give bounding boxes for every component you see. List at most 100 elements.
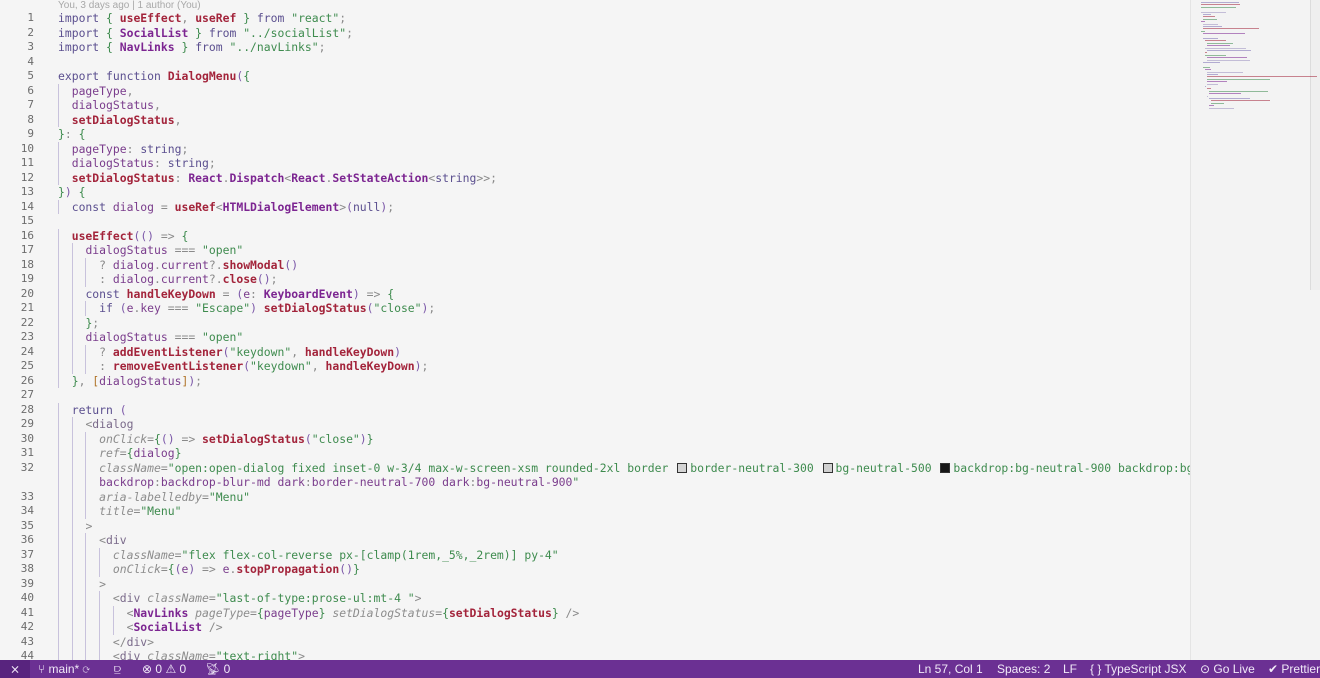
code-line[interactable]: 21 if (e.key === "Escape") setDialogStat… — [0, 301, 1190, 316]
code-line[interactable]: 14 const dialog = useRef<HTMLDialogEleme… — [0, 199, 1190, 215]
code-line[interactable]: 13}) { — [0, 185, 1190, 200]
line-number[interactable]: 14 — [0, 200, 34, 215]
line-number[interactable]: 13 — [0, 185, 34, 200]
line-number[interactable]: 18 — [0, 258, 34, 273]
code-line[interactable]: 6 pageType, — [0, 83, 1190, 99]
code-line[interactable]: 8 setDialogStatus, — [0, 112, 1190, 128]
code-line[interactable]: 26 }, [dialogStatus]); — [0, 373, 1190, 389]
line-number[interactable]: 26 — [0, 374, 34, 389]
line-number[interactable]: 44 — [0, 649, 34, 660]
indentation-selector[interactable]: Spaces: 2 — [997, 660, 1050, 678]
code-line[interactable]: 4 — [0, 55, 1190, 70]
problems-indicator[interactable]: ⊗ 0 ⚠ 0 — [142, 660, 186, 678]
code-line[interactable]: 39 > — [0, 576, 1190, 592]
end-of-line-selector[interactable]: LF — [1063, 660, 1077, 678]
code-line[interactable]: 3 import { NavLinks } from "../navLinks"; — [0, 40, 1190, 55]
line-number[interactable]: 36 — [0, 533, 34, 548]
line-number[interactable]: 38 — [0, 562, 34, 577]
line-number[interactable]: 31 — [0, 446, 34, 461]
line-number[interactable]: 39 — [0, 577, 34, 592]
line-number[interactable]: 24 — [0, 345, 34, 360]
code-editor[interactable]: You, 3 days ago | 1 author (You) 1 import… — [0, 0, 1190, 660]
line-number[interactable]: 1 — [0, 11, 34, 26]
code-line[interactable]: 31 ref={dialog} — [0, 446, 1190, 461]
code-line[interactable]: 25 : removeEventListener("keydown", hand… — [0, 359, 1190, 374]
line-number[interactable]: 23 — [0, 330, 34, 345]
line-number[interactable]: 33 — [0, 490, 34, 505]
line-number[interactable]: 11 — [0, 156, 34, 171]
code-line[interactable]: 37 className="flex flex-col-reverse px-[… — [0, 547, 1190, 562]
code-line[interactable]: 10 pageType: string; — [0, 141, 1190, 157]
line-number[interactable]: 30 — [0, 432, 34, 447]
code-line[interactable]: 9}: { — [0, 127, 1190, 142]
code-line[interactable]: 23 dialogStatus === "open" — [0, 330, 1190, 345]
line-number[interactable]: 25 — [0, 359, 34, 374]
code-line[interactable]: 27 — [0, 388, 1190, 403]
line-number[interactable]: 10 — [0, 142, 34, 157]
line-number[interactable]: 29 — [0, 417, 34, 432]
line-number[interactable]: 7 — [0, 98, 34, 113]
code-line[interactable]: 35 > — [0, 518, 1190, 533]
line-number[interactable]: 16 — [0, 229, 34, 244]
code-line[interactable]: 15 — [0, 214, 1190, 229]
sync-icon[interactable]: ⟳ — [83, 662, 90, 676]
prettier-button[interactable]: ✔ Prettier — [1268, 660, 1320, 678]
color-swatch[interactable] — [940, 462, 951, 473]
compare-changes-button[interactable]: ⫒ — [114, 660, 121, 678]
line-number[interactable]: 6 — [0, 84, 34, 99]
code-line[interactable]: 22 }; — [0, 315, 1190, 331]
code-line[interactable]: 43 </div> — [0, 634, 1190, 650]
line-number[interactable]: 32 — [0, 461, 34, 476]
code-line[interactable]: 24 ? addEventListener("keydown", handleK… — [0, 344, 1190, 360]
code-lines[interactable]: 1 import { useEffect, useRef } from "reac… — [0, 11, 1190, 660]
line-number[interactable]: 5 — [0, 69, 34, 84]
code-line[interactable]: 7 dialogStatus, — [0, 98, 1190, 113]
line-number[interactable]: 34 — [0, 504, 34, 519]
code-line[interactable]: 32 className="open:open-dialog fixed ins… — [0, 460, 1190, 476]
branch-indicator[interactable]: ⑂ main* ⟳ — [38, 660, 90, 678]
color-swatch[interactable] — [822, 462, 833, 473]
line-number[interactable]: 12 — [0, 171, 34, 186]
go-live-button[interactable]: ⊙ Go Live — [1200, 660, 1255, 678]
code-line[interactable]: backdrop:backdrop-blur-md dark:border-ne… — [0, 475, 1190, 490]
code-line[interactable]: 38 onClick={(e) => e.stopPropagation()} — [0, 562, 1190, 577]
line-number[interactable]: 40 — [0, 591, 34, 606]
code-line[interactable]: 5 export function DialogMenu({ — [0, 69, 1190, 84]
line-number[interactable]: 17 — [0, 243, 34, 258]
code-line[interactable]: 17 dialogStatus === "open" — [0, 243, 1190, 258]
line-number[interactable]: 41 — [0, 606, 34, 621]
line-number[interactable]: 21 — [0, 301, 34, 316]
line-number[interactable]: 2 — [0, 26, 34, 41]
line-number[interactable]: 9 — [0, 127, 34, 142]
code-line[interactable]: 2 import { SocialList } from "../socialLi… — [0, 26, 1190, 41]
ports-indicator[interactable]: 📡︎ 0 — [205, 660, 230, 678]
minimap[interactable] — [1190, 0, 1320, 660]
color-swatch[interactable] — [677, 462, 688, 473]
line-number[interactable]: 4 — [0, 55, 34, 70]
language-mode-selector[interactable]: { } TypeScript JSX — [1090, 660, 1187, 678]
code-line[interactable]: 42 <SocialList /> — [0, 620, 1190, 635]
line-number[interactable]: 20 — [0, 287, 34, 302]
line-number[interactable]: 22 — [0, 316, 34, 331]
line-number[interactable]: 28 — [0, 403, 34, 418]
line-number[interactable]: 8 — [0, 113, 34, 128]
code-line[interactable]: 30 onClick={() => setDialogStatus("close… — [0, 431, 1190, 447]
code-line[interactable]: 11 dialogStatus: string; — [0, 156, 1190, 171]
remote-indicator[interactable]: ⨯ — [0, 660, 30, 678]
code-line[interactable]: 40 <div className="last-of-type:prose-ul… — [0, 591, 1190, 606]
line-number[interactable]: 19 — [0, 272, 34, 287]
code-line[interactable]: 44 <div className="text-right"> — [0, 649, 1190, 660]
line-number[interactable]: 15 — [0, 214, 34, 229]
line-number[interactable]: 27 — [0, 388, 34, 403]
code-line[interactable]: 41 <NavLinks pageType={pageType} setDial… — [0, 605, 1190, 621]
line-number[interactable]: 42 — [0, 620, 34, 635]
code-line[interactable]: 33 aria-labelledby="Menu" — [0, 489, 1190, 505]
code-line[interactable]: 16 useEffect(() => { — [0, 228, 1190, 244]
cursor-position[interactable]: Ln 57, Col 1 — [918, 660, 983, 678]
minimap-slider[interactable] — [1310, 0, 1320, 290]
code-line[interactable]: 1 import { useEffect, useRef } from "reac… — [0, 11, 1190, 26]
code-line[interactable]: 20 const handleKeyDown = (e: KeyboardEve… — [0, 286, 1190, 302]
line-number[interactable]: 3 — [0, 40, 34, 55]
line-number[interactable]: 43 — [0, 635, 34, 650]
code-line[interactable]: 19 : dialog.current?.close(); — [0, 272, 1190, 287]
